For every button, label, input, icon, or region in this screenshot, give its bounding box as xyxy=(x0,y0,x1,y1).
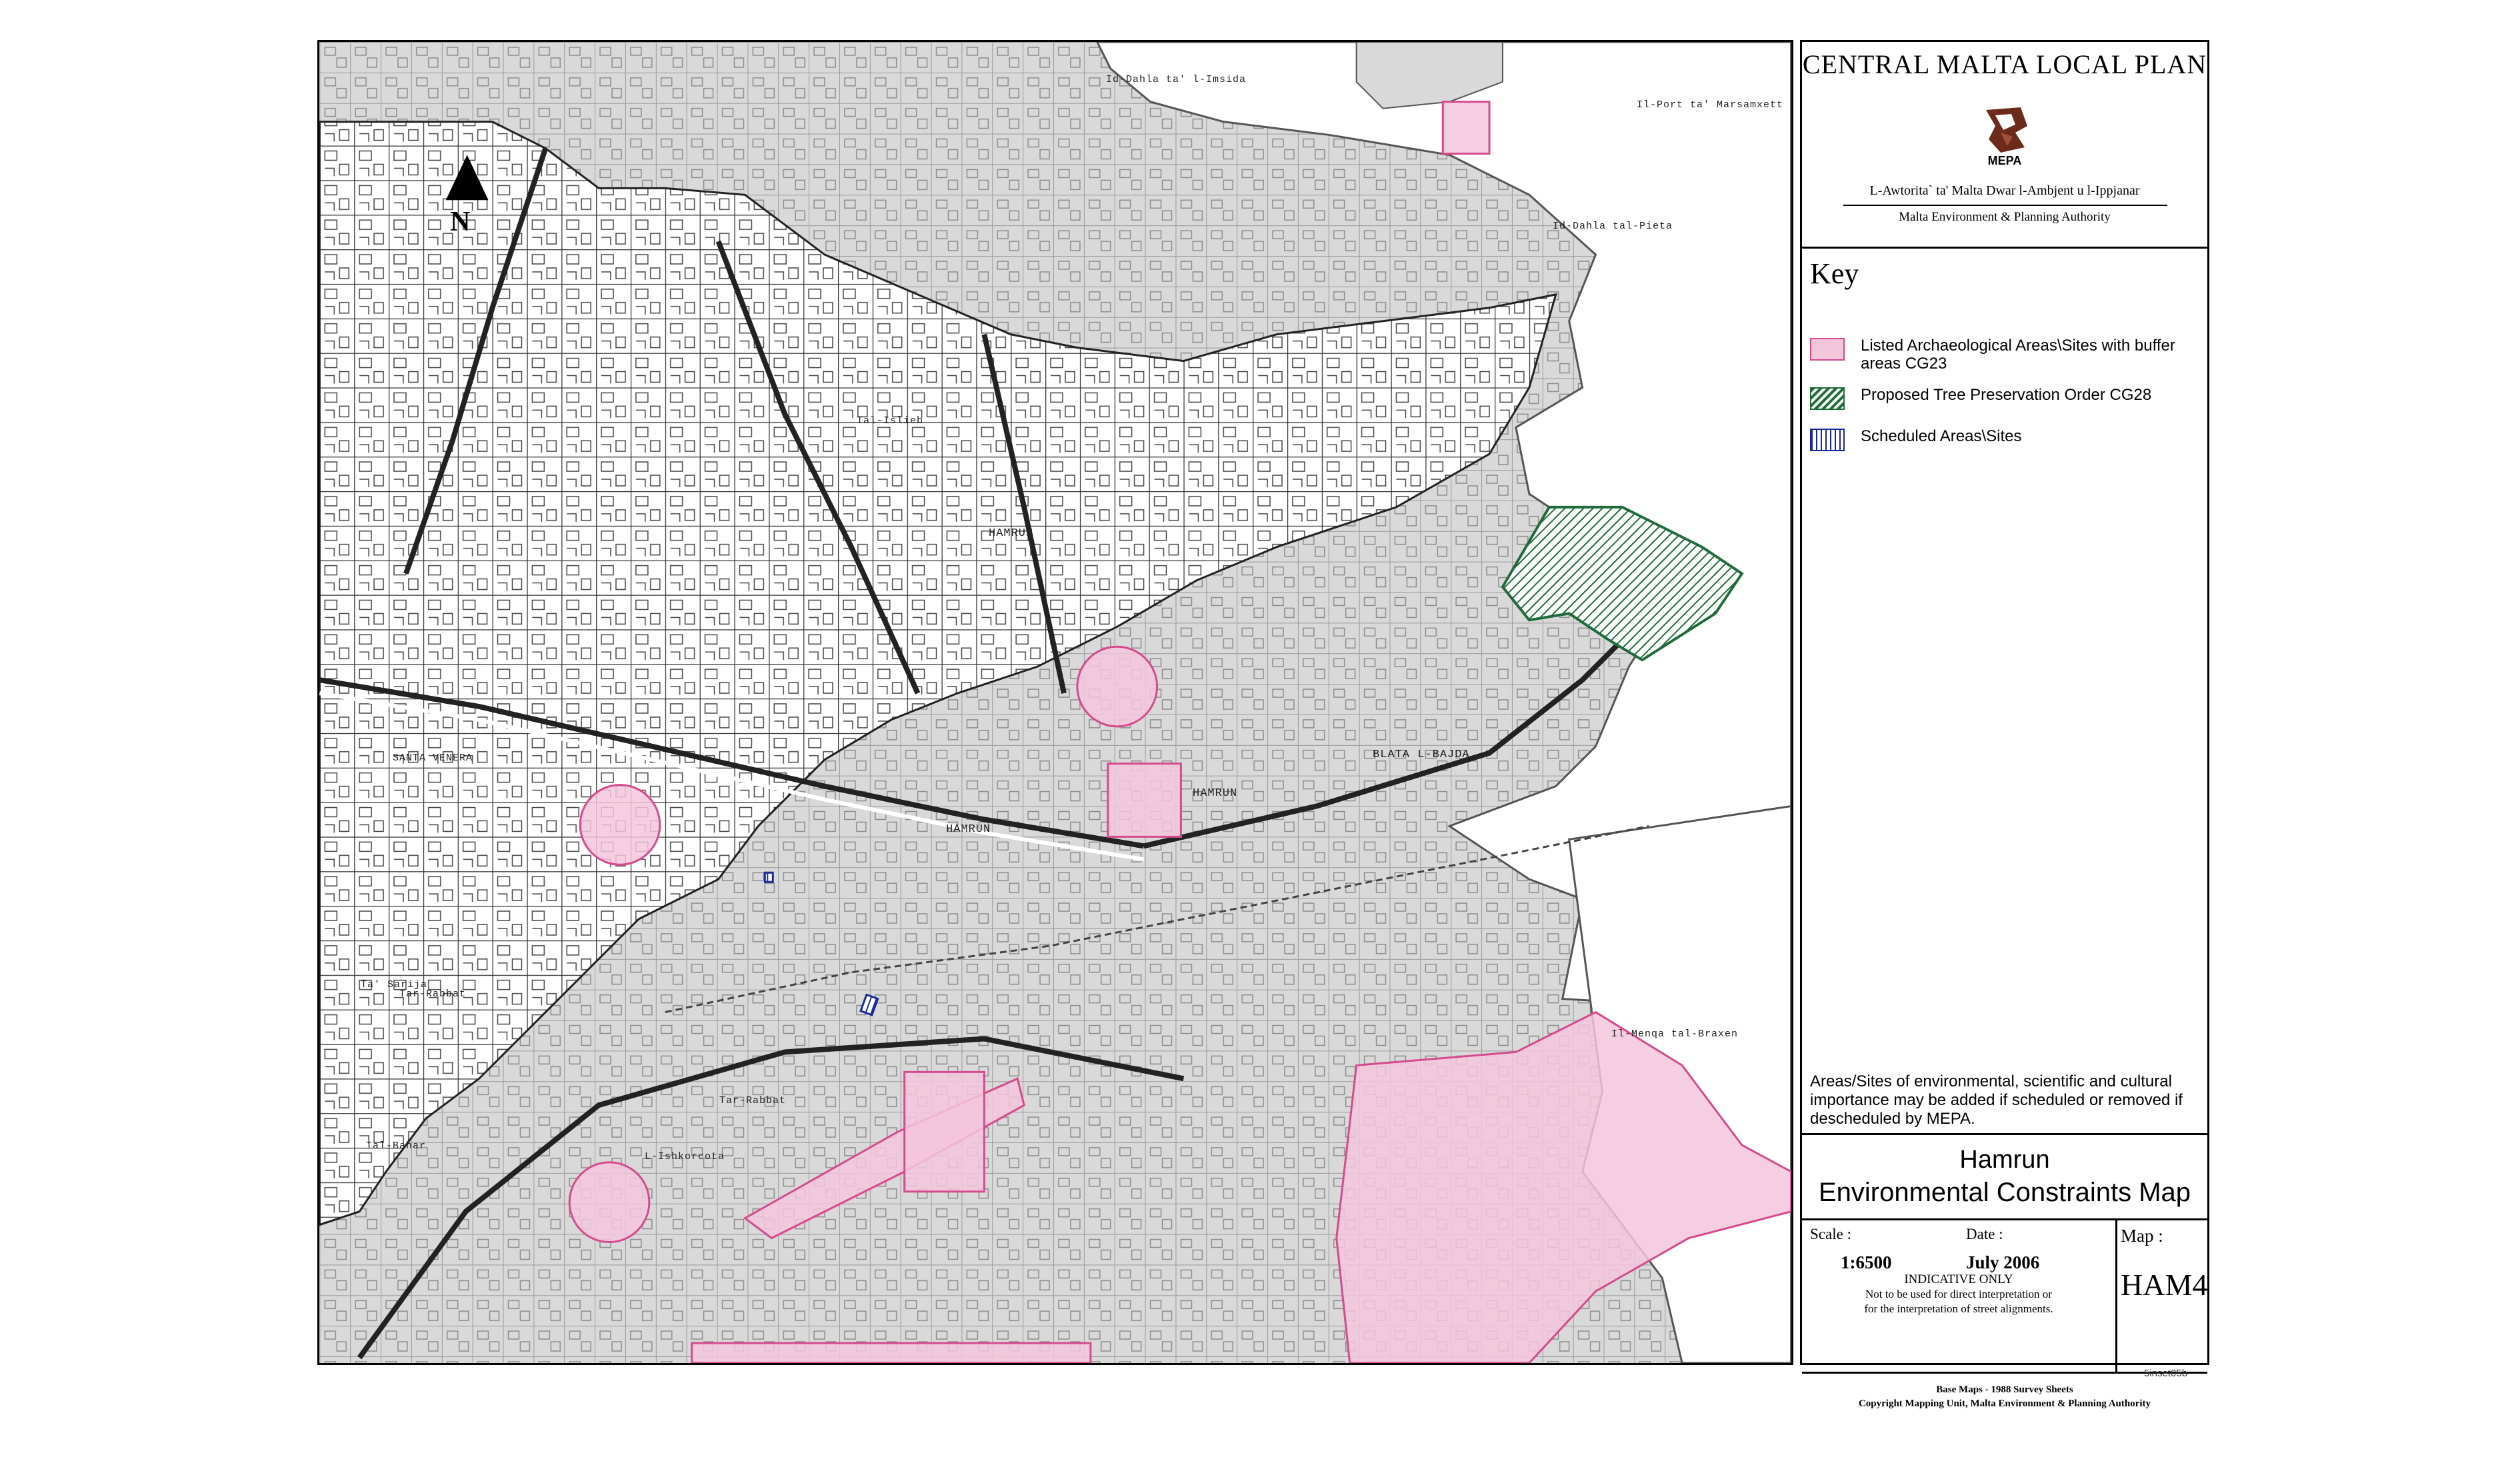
sheet-reference: 5inset05b xyxy=(2144,1368,2188,1379)
key-note: Areas/Sites of environmental, scientific… xyxy=(1810,1072,2183,1128)
map-frame[interactable]: N Id-Dahla ta' l-Imsida Il-Port ta' Mars… xyxy=(317,40,1793,1365)
key-title: Key xyxy=(1810,257,1859,290)
place-label: HAMRUN xyxy=(946,823,991,836)
map-label: Map : xyxy=(2121,1226,2163,1246)
key-label: Listed Archaeological Areas\Sites with b… xyxy=(1861,337,2175,373)
logo-word: MEPA xyxy=(1987,154,2022,167)
arch-site-north xyxy=(1441,101,1491,155)
key-label: Scheduled Areas\Sites xyxy=(1861,427,2022,445)
legend-key: Key Listed Archaeological Areas\Sites wi… xyxy=(1802,249,2207,1135)
map-name-title: Environmental Constraints Map xyxy=(1818,1178,2191,1207)
credits: Base Maps - 1988 Survey Sheets Copyright… xyxy=(1802,1383,2207,1411)
plan-title: CENTRAL MALTA LOCAL PLAN xyxy=(1802,49,2207,79)
copyright-credit: Copyright Mapping Unit, Malta Environmen… xyxy=(1858,1398,2151,1409)
legend-header: CENTRAL MALTA LOCAL PLAN MEPA L-Awtorita… xyxy=(1802,42,2207,249)
scale-value: 1:6500 xyxy=(1841,1252,1892,1272)
arch-site-ishkorcota xyxy=(568,1161,651,1244)
date-value: July 2006 xyxy=(1966,1252,2040,1272)
green-hatch-swatch-icon xyxy=(1810,387,1845,410)
place-label: BLATA L-BAJDA xyxy=(1373,748,1470,761)
place-label: SANTA VENERA xyxy=(393,752,473,764)
date-label: Date : xyxy=(1966,1226,2003,1242)
blue-hatch-swatch-icon xyxy=(1810,429,1845,451)
info-divider xyxy=(2115,1220,2117,1372)
pink-swatch-icon xyxy=(1810,338,1845,361)
place-label: Tar-Rabbat xyxy=(399,988,467,1000)
base-maps-credit: Base Maps - 1988 Survey Sheets xyxy=(1936,1384,2073,1395)
constraints-map[interactable] xyxy=(319,42,1791,1363)
authority-name-english: Malta Environment & Planning Authority xyxy=(1899,210,2111,224)
arch-site-hamrun-north xyxy=(1076,645,1159,728)
indicative-note: INDICATIVE ONLY Not to be used for direc… xyxy=(1802,1272,2115,1316)
authority-divider xyxy=(1843,205,2167,206)
indicative-line-3: for the interpretation of street alignme… xyxy=(1864,1302,2053,1315)
arch-area-rail-block xyxy=(903,1070,985,1193)
arch-area-bottom xyxy=(691,1342,1092,1363)
place-label: Il-Port ta' Marsamxett xyxy=(1637,99,1784,111)
place-label: Tal-Islieb xyxy=(857,415,924,427)
map-info-block: Scale : 1:6500 Date : July 2006 INDICATI… xyxy=(1802,1220,2207,1374)
scheduled-site-1 xyxy=(763,871,774,883)
map-place-title: Hamrun xyxy=(1959,1146,2050,1174)
place-label: Tar-Rabbat xyxy=(719,1095,787,1106)
arch-site-hamrun-centre xyxy=(1107,762,1182,838)
arch-site-santa-venera xyxy=(579,784,661,866)
place-label: HAMRUN xyxy=(1193,787,1238,800)
indicative-line-2: Not to be used for direct interpretation… xyxy=(1865,1288,2052,1300)
legend-panel: CENTRAL MALTA LOCAL PLAN MEPA L-Awtorita… xyxy=(1800,40,2209,1409)
authority-name-maltese: L-Awtorita` ta' Malta Dwar l-Ambjent u l… xyxy=(1869,183,2140,198)
map-title-block: Hamrun Environmental Constraints Map xyxy=(1802,1135,2207,1220)
key-label: Proposed Tree Preservation Order CG28 xyxy=(1861,386,2152,404)
place-label: Id-Dahla tal-Pieta xyxy=(1553,221,1673,232)
place-label: L-Ishkorcota xyxy=(645,1151,725,1162)
indicative-line-1: INDICATIVE ONLY xyxy=(1904,1272,2013,1286)
place-label: HAMRUN xyxy=(989,527,1034,540)
map-number: HAM4 xyxy=(2121,1268,2208,1302)
place-label: Id-Dahla ta' l-Imsida xyxy=(1106,74,1247,85)
scale-label: Scale : xyxy=(1810,1226,1851,1242)
north-label: N xyxy=(450,207,471,237)
place-label: Il-Menqa tal-Braxen xyxy=(1611,1028,1739,1040)
place-label: Tal-Bahar xyxy=(366,1140,427,1152)
